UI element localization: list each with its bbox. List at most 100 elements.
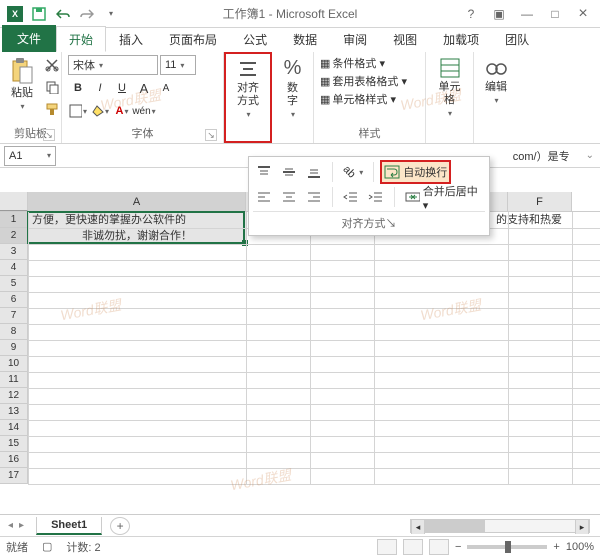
qat-customize-icon[interactable]: ▾: [100, 3, 122, 25]
row-header-4[interactable]: 4: [0, 260, 28, 276]
find-button[interactable]: 编辑 ▾: [481, 55, 511, 107]
cells-button[interactable]: 单元格 ▾: [432, 55, 467, 120]
fill-color-icon[interactable]: ▾: [90, 101, 110, 121]
sheet-tab-1[interactable]: Sheet1: [36, 517, 102, 535]
row-header-7[interactable]: 7: [0, 308, 28, 324]
border-icon[interactable]: ▾: [68, 101, 88, 121]
row-header-11[interactable]: 11: [0, 372, 28, 388]
font-shrink-icon[interactable]: A: [156, 78, 176, 98]
number-format-button[interactable]: % 数字 ▾: [278, 55, 307, 121]
select-all-corner[interactable]: [0, 192, 28, 211]
font-grow-icon[interactable]: A: [134, 78, 154, 98]
copy-icon[interactable]: [42, 77, 62, 97]
align-right-icon[interactable]: [303, 186, 325, 208]
cell-a2[interactable]: 非诚勿扰，谢谢合作！: [30, 228, 244, 244]
zoom-in-button[interactable]: +: [553, 541, 559, 553]
table-format-button[interactable]: 套用表格格式 ▾: [332, 73, 407, 89]
tab-data[interactable]: 数据: [280, 26, 330, 52]
row-header-3[interactable]: 3: [0, 244, 28, 260]
font-size-combo[interactable]: 11▾: [160, 55, 196, 75]
tab-addins[interactable]: 加载项: [430, 26, 492, 52]
row-header-6[interactable]: 6: [0, 292, 28, 308]
row-header-17[interactable]: 17: [0, 468, 28, 484]
undo-icon[interactable]: [52, 3, 74, 25]
wrap-text-button[interactable]: 自动换行: [381, 161, 450, 183]
help-button[interactable]: ?: [458, 4, 484, 24]
expand-formula-icon[interactable]: ⌄: [580, 150, 600, 161]
tab-review[interactable]: 审阅: [330, 26, 380, 52]
paste-button[interactable]: 粘贴 ▾: [6, 55, 38, 113]
tab-insert[interactable]: 插入: [106, 26, 156, 52]
cell-style-button[interactable]: 单元格样式 ▾: [332, 91, 396, 107]
col-header-a[interactable]: A: [28, 192, 246, 211]
row-header-13[interactable]: 13: [0, 404, 28, 420]
ribbon-min-button[interactable]: ▣: [486, 4, 512, 24]
view-normal-icon[interactable]: [377, 539, 397, 555]
view-pagelayout-icon[interactable]: [403, 539, 423, 555]
align-center-icon[interactable]: [278, 186, 300, 208]
align-middle-icon[interactable]: [278, 161, 300, 183]
save-icon[interactable]: [28, 3, 50, 25]
row-header-8[interactable]: 8: [0, 324, 28, 340]
row-header-1[interactable]: 1: [0, 212, 28, 228]
italic-button[interactable]: I: [90, 78, 110, 98]
orientation-icon[interactable]: ab▾: [340, 161, 366, 183]
align-top-icon[interactable]: [253, 161, 275, 183]
font-family-combo[interactable]: 宋体▾: [68, 55, 158, 75]
close-button[interactable]: ×: [570, 4, 596, 24]
name-box[interactable]: A1▾: [4, 146, 56, 166]
maximize-button[interactable]: □: [542, 4, 568, 24]
col-header-f[interactable]: F: [508, 192, 572, 211]
group-alignment[interactable]: 对齐方式 ▾: [224, 52, 272, 143]
row-header-5[interactable]: 5: [0, 276, 28, 292]
cond-format-button[interactable]: 条件格式 ▾: [332, 55, 385, 71]
chevron-down-icon: ▾: [291, 110, 295, 119]
tab-team[interactable]: 团队: [492, 26, 542, 52]
decrease-indent-icon[interactable]: [340, 186, 362, 208]
increase-indent-icon[interactable]: [365, 186, 387, 208]
row-header-9[interactable]: 9: [0, 340, 28, 356]
row-header-12[interactable]: 12: [0, 388, 28, 404]
launcher-icon[interactable]: ↘: [43, 129, 55, 141]
zoom-value[interactable]: 100%: [566, 541, 594, 553]
excel-icon[interactable]: X: [4, 3, 26, 25]
bold-button[interactable]: B: [68, 78, 88, 98]
scroll-right-icon[interactable]: ▸: [575, 520, 589, 534]
tab-view[interactable]: 视图: [380, 26, 430, 52]
redo-icon[interactable]: [76, 3, 98, 25]
minimize-button[interactable]: —: [514, 4, 540, 24]
launcher-icon[interactable]: ↘: [386, 218, 397, 230]
alignment-dropdown-button[interactable]: 对齐方式 ▾: [230, 56, 266, 121]
cells-area[interactable]: 方便，更快速的掌握办公软件的 非诚勿扰，谢谢合作！ 的支持和热爱: [28, 212, 600, 484]
phonetic-icon[interactable]: wén▾: [134, 101, 154, 121]
scroll-left-icon[interactable]: ◂: [411, 520, 425, 534]
align-left-icon[interactable]: [253, 186, 275, 208]
row-header-14[interactable]: 14: [0, 420, 28, 436]
tab-pagelayout[interactable]: 页面布局: [156, 26, 230, 52]
merge-icon: [405, 190, 420, 204]
align-bottom-icon[interactable]: [303, 161, 325, 183]
fill-handle[interactable]: [242, 240, 248, 246]
new-sheet-button[interactable]: +: [110, 517, 130, 535]
horizontal-scrollbar[interactable]: ◂ ▸: [410, 519, 590, 533]
zoom-slider[interactable]: [467, 545, 547, 549]
cut-icon[interactable]: [42, 55, 62, 75]
merge-center-button[interactable]: 合并后居中 ▾: [402, 186, 485, 208]
row-header-10[interactable]: 10: [0, 356, 28, 372]
launcher-icon[interactable]: ↘: [205, 129, 217, 141]
cell-tail[interactable]: 的支持和热爱: [494, 212, 564, 228]
row-header-16[interactable]: 16: [0, 452, 28, 468]
underline-button[interactable]: U: [112, 78, 132, 98]
view-pagebreak-icon[interactable]: [429, 539, 449, 555]
tab-home[interactable]: 开始: [56, 26, 106, 52]
spreadsheet-grid[interactable]: A B C E F 1234567891011121314151617 方便，更…: [0, 192, 600, 514]
macro-record-icon[interactable]: ▢: [42, 540, 52, 553]
font-color-icon[interactable]: A▾: [112, 101, 132, 121]
format-painter-icon[interactable]: [42, 99, 62, 119]
zoom-out-button[interactable]: −: [455, 541, 461, 553]
row-header-2[interactable]: 2: [0, 228, 28, 244]
tab-file[interactable]: 文件: [2, 25, 56, 52]
sheet-nav[interactable]: ◂▸: [0, 520, 32, 531]
row-header-15[interactable]: 15: [0, 436, 28, 452]
tab-formulas[interactable]: 公式: [230, 26, 280, 52]
